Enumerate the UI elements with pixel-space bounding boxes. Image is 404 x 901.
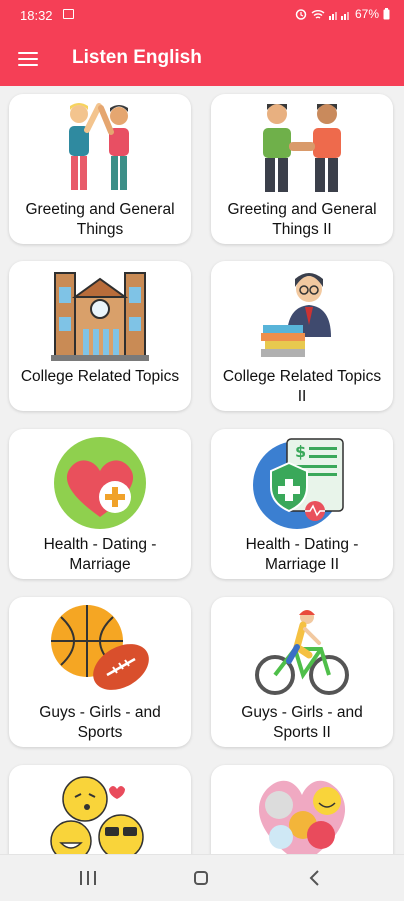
- gallery-notification-icon: [63, 9, 74, 19]
- heart-health-icon: [54, 437, 146, 529]
- topic-grid: Greeting and General Things Greeting and…: [0, 86, 404, 854]
- college-building-icon: [51, 272, 149, 361]
- alarm-icon: [295, 9, 307, 20]
- topic-card[interactable]: Greeting and General Things II: [211, 94, 393, 244]
- card-label: Guys - Girls - and Sports II: [241, 704, 363, 741]
- wifi-icon: [311, 9, 325, 19]
- emotions-heart-icon: [259, 780, 345, 854]
- card-label: College Related Topics: [20, 368, 180, 385]
- battery-percent: 67%: [354, 7, 379, 21]
- battery-icon: [383, 8, 390, 20]
- topic-card[interactable]: [211, 765, 393, 854]
- topic-card[interactable]: [9, 765, 191, 854]
- recent-apps-icon[interactable]: [80, 871, 96, 885]
- back-icon[interactable]: [308, 869, 320, 887]
- status-time: 18:32: [20, 8, 53, 23]
- app-bar: 18:32 67% Listen English: [0, 0, 404, 86]
- card-label: Health - Dating - Marriage II: [245, 536, 359, 573]
- emoji-faces-icon: [50, 776, 144, 854]
- card-label: Health - Dating - Marriage: [43, 536, 157, 573]
- card-label: College Related Topics II: [222, 368, 382, 405]
- topic-card[interactable]: Health - Dating - Marriage: [9, 429, 191, 579]
- status-right: 67%: [295, 7, 390, 21]
- signal-icon: [328, 11, 349, 20]
- hamburger-menu-icon[interactable]: [18, 52, 38, 66]
- card-label: Guys - Girls - and Sports: [39, 704, 161, 741]
- topic-card[interactable]: College Related Topics: [9, 261, 191, 411]
- topic-card[interactable]: Greeting and General Things: [9, 94, 191, 244]
- topic-card[interactable]: College Related Topics II: [211, 261, 393, 411]
- system-nav-bar: [0, 854, 404, 901]
- cyclist-icon: [255, 610, 349, 695]
- professor-books-icon: [261, 273, 331, 357]
- page-title: Listen English: [72, 47, 202, 68]
- health-insurance-document-icon: $: [253, 438, 344, 529]
- high-five-people-icon: [69, 103, 129, 190]
- home-icon[interactable]: [194, 871, 208, 885]
- card-label: Greeting and General Things: [25, 201, 175, 238]
- topic-card[interactable]: Guys - Girls - and Sports II: [211, 597, 393, 747]
- status-bar: 18:32 67%: [0, 0, 404, 30]
- svg-text:$: $: [295, 442, 306, 461]
- handshake-people-icon: [263, 104, 341, 192]
- card-label: Greeting and General Things II: [227, 201, 377, 238]
- topic-card[interactable]: Guys - Girls - and Sports: [9, 597, 191, 747]
- basketball-football-icon: [51, 605, 149, 690]
- topic-card[interactable]: $ Health - Dating - Marriage II: [211, 429, 393, 579]
